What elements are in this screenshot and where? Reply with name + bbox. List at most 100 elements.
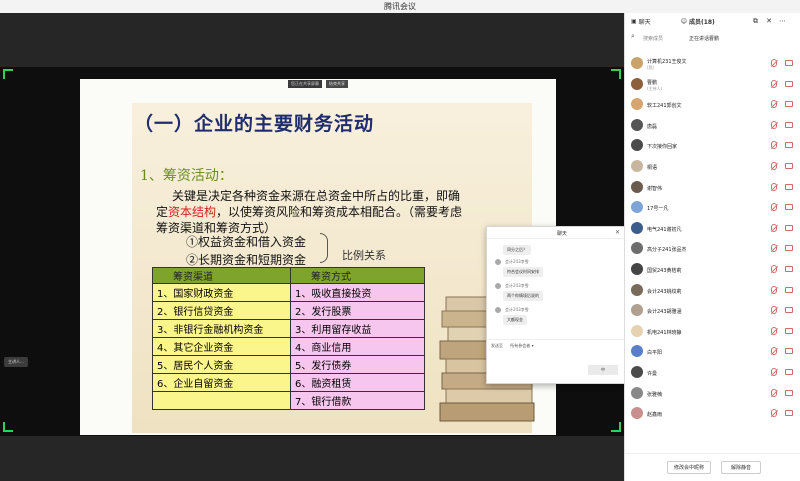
member-row[interactable]: 赵鑫雨 (625, 403, 800, 424)
mic-muted-icon[interactable] (771, 409, 777, 418)
avatar (631, 221, 643, 234)
camera-off-icon[interactable] (785, 286, 793, 293)
avatar (631, 283, 643, 296)
mic-muted-icon[interactable] (771, 367, 777, 376)
popout-icon[interactable]: ⧉ (753, 17, 758, 26)
method-cell: 7、银行借款 (290, 391, 425, 410)
more-icon[interactable]: ⋯ (779, 17, 786, 25)
camera-off-icon[interactable] (785, 101, 793, 108)
member-name: 机电241林晓静 (647, 329, 682, 336)
camera-off-icon[interactable] (785, 224, 793, 231)
avatar (495, 259, 501, 265)
mic-muted-icon[interactable] (771, 264, 777, 273)
channel-cell: 3、非银行金融机构资金 (152, 319, 291, 338)
mic-muted-icon[interactable] (771, 59, 777, 67)
mic-muted-icon[interactable] (771, 161, 777, 170)
camera-off-icon[interactable] (785, 142, 793, 149)
member-row[interactable]: 软工241郭创文 (625, 94, 800, 115)
speaking-name: 曹鹏 (709, 36, 720, 42)
mic-muted-icon[interactable] (771, 203, 777, 212)
member-name: 桐语 (647, 164, 658, 171)
close-icon[interactable]: ✕ (766, 17, 772, 25)
avatar (631, 324, 643, 337)
chat-popup: 聊天 ✕ 同分之后？ 会计243李雪 符合会议时间安排 会计243李雪 两个你情… (486, 226, 625, 384)
search-input[interactable]: 搜索成员 (643, 35, 663, 42)
camera-off-icon[interactable] (785, 265, 793, 272)
mic-muted-icon[interactable] (771, 79, 777, 88)
camera-off-icon[interactable] (785, 410, 793, 417)
member-row[interactable]: 下次接你回家 (625, 135, 800, 156)
camera-off-icon[interactable] (785, 307, 793, 314)
avatar (631, 180, 643, 193)
member-row[interactable]: 会计243姚纹莉 (625, 280, 800, 301)
camera-off-icon[interactable] (785, 368, 793, 375)
share-frame-corner-tr (611, 69, 621, 79)
member-row[interactable]: 国贸243黄桔莉 (625, 259, 800, 280)
chat-popup-title: 聊天 (557, 231, 568, 237)
member-row[interactable]: 白平阳 (625, 341, 800, 362)
camera-off-icon[interactable] (785, 245, 793, 252)
tab-chat[interactable]: 聊天 (639, 17, 651, 26)
member-name: 会计243姚纹莉 (647, 288, 682, 295)
camera-off-icon[interactable] (785, 348, 793, 355)
avatar (495, 283, 501, 289)
mic-muted-icon[interactable] (771, 141, 777, 150)
method-cell: 6、融资租赁 (290, 373, 425, 392)
mic-muted-icon[interactable] (771, 326, 777, 335)
mic-muted-icon[interactable] (771, 223, 777, 232)
member-row[interactable]: 会计243胡雅涵 (625, 300, 800, 321)
camera-off-icon[interactable] (785, 80, 793, 87)
presentation-slide: 您正在共享屏幕 结束共享 （一）企业的主要财务活动 1、筹资活动： 关键是决定各… (80, 79, 556, 435)
mic-muted-icon[interactable] (771, 100, 777, 109)
camera-off-icon[interactable] (785, 327, 793, 334)
camera-off-icon[interactable] (785, 60, 793, 66)
mic-muted-icon[interactable] (771, 244, 777, 253)
camera-off-icon[interactable] (785, 204, 793, 211)
stop-sharing-chip[interactable]: 结束共享 (326, 80, 348, 88)
camera-off-icon[interactable] (785, 162, 793, 169)
recipient-select[interactable]: 所有参会者 (510, 343, 530, 348)
chat-bubble: 同分之后？ (503, 245, 531, 255)
camera-off-icon[interactable] (785, 389, 793, 396)
channel-cell: 1、国家财政资金 (152, 283, 291, 302)
avatar (631, 98, 643, 111)
right-panel: ▣ 聊天 ☺ 成员(18) ⧉ ✕ ⋯ ⌕ 搜索成员 正在讲话: 曹鹏 计算机2… (624, 13, 800, 481)
mic-muted-icon[interactable] (771, 347, 777, 356)
chat-recipient-bar[interactable]: 发送至 所有参会者 ▾ (487, 339, 624, 353)
member-row[interactable]: 谢智伟 (625, 177, 800, 198)
close-icon[interactable]: ✕ (615, 229, 620, 236)
mic-muted-icon[interactable] (771, 182, 777, 191)
rename-button[interactable]: 修改会中昵称 (667, 461, 711, 474)
mic-muted-icon[interactable] (771, 306, 777, 315)
member-row[interactable]: 曹鹏 (主持人) (625, 74, 800, 95)
tab-members[interactable]: 成员(18) (689, 17, 715, 26)
send-button[interactable]: 中 (588, 365, 618, 375)
member-row[interactable]: 17号一凡 (625, 197, 800, 218)
method-cell: 2、发行股票 (290, 301, 425, 320)
member-row[interactable]: 许曼 (625, 362, 800, 383)
camera-off-icon[interactable] (785, 183, 793, 190)
unmute-button[interactable]: 解除静音 (721, 461, 761, 474)
share-frame-corner-bl (3, 422, 13, 432)
member-row[interactable]: 电气241谢初凡 (625, 218, 800, 239)
avatar (631, 407, 643, 420)
member-search[interactable]: ⌕ 搜索成员 正在讲话: 曹鹏 (629, 31, 797, 45)
member-name: 计算机231王俊文 (647, 59, 687, 65)
paragraph-line-2-suffix: ，以使筹资风险和筹资成本相配合。（需要考虑 (216, 205, 463, 219)
share-frame-corner-br (611, 422, 621, 432)
financing-table: 筹资渠道 筹资方式 1、国家财政资金 1、吸收直接投资 2、银行信贷资金 2、发行股… (152, 267, 425, 410)
camera-off-icon[interactable] (785, 121, 793, 128)
member-row[interactable]: 高分子241张品杰 (625, 238, 800, 259)
mic-muted-icon[interactable] (771, 388, 777, 397)
member-row[interactable]: 桐语 (625, 156, 800, 177)
member-row[interactable]: 张雅楠 (625, 383, 800, 404)
chat-icon: ▣ (631, 17, 637, 25)
mic-muted-icon[interactable] (771, 120, 777, 129)
member-row[interactable]: 唐磊 (625, 115, 800, 136)
member-row[interactable]: 机电241林晓静 (625, 321, 800, 342)
table-row: 6、企业自留资金 6、融资租赁 (152, 373, 425, 392)
ratio-label: 比例关系 (342, 249, 386, 262)
mic-muted-icon[interactable] (771, 285, 777, 294)
title-bar: 腾讯会议 (0, 0, 800, 13)
member-row[interactable]: 计算机231王俊文 (我) (625, 53, 800, 74)
